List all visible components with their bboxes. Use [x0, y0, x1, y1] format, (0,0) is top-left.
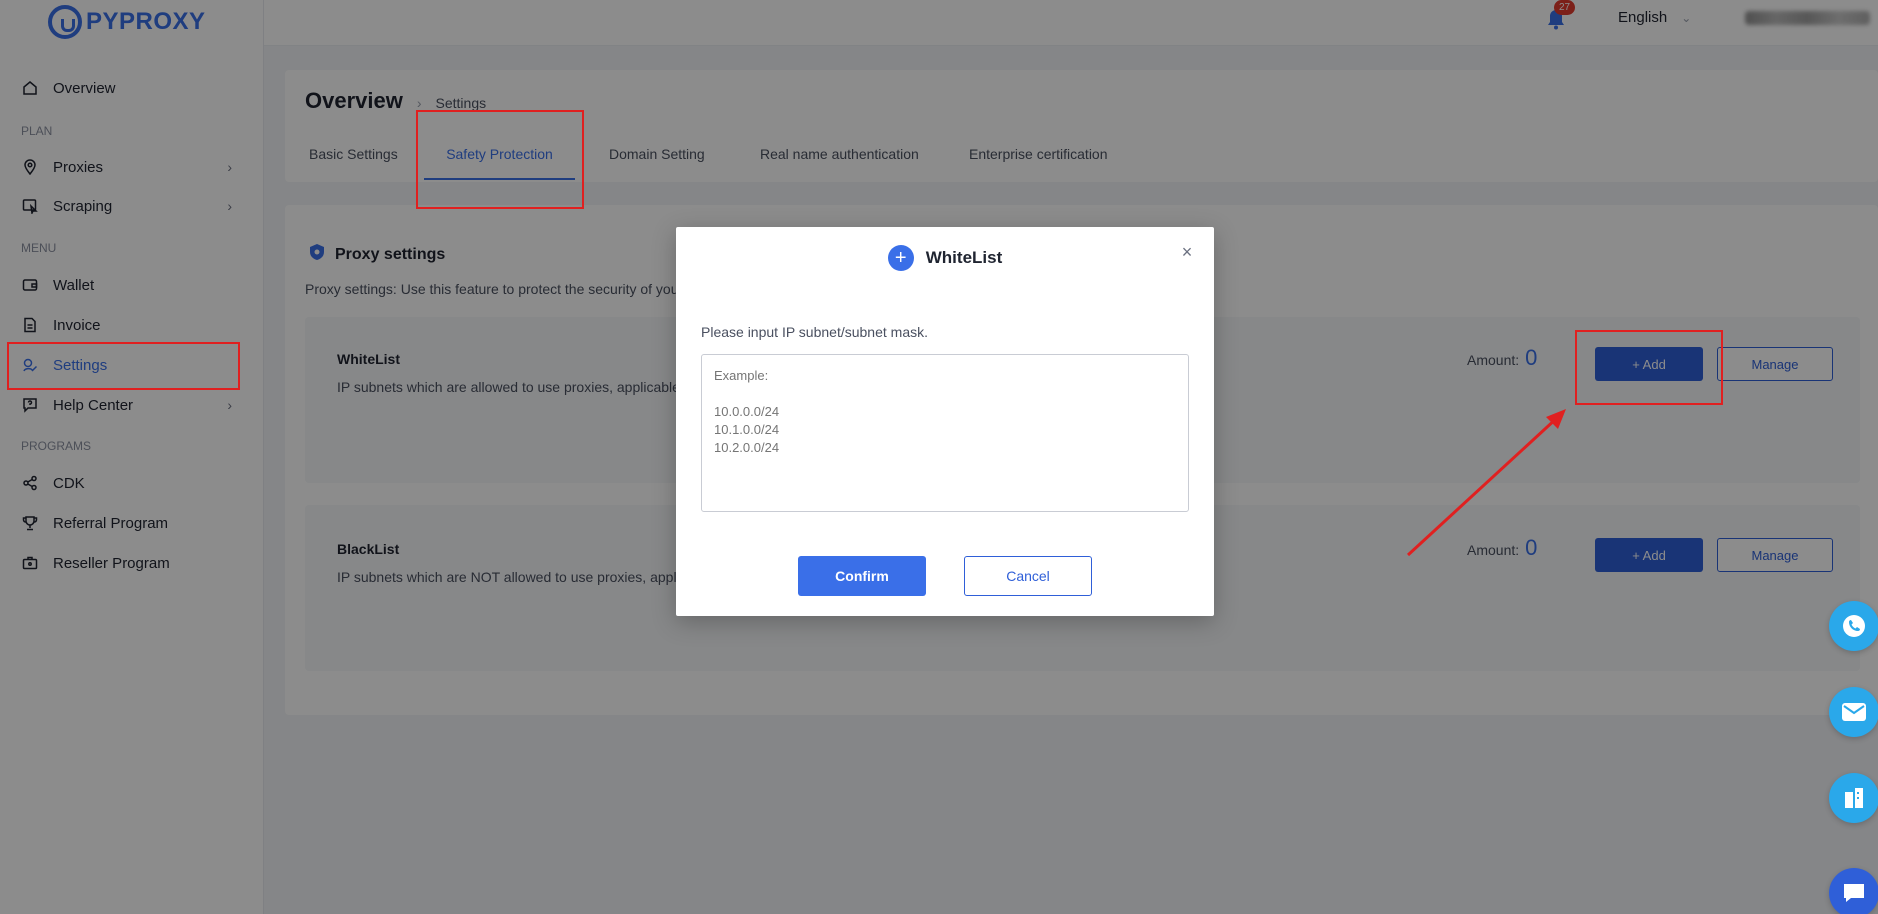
cancel-button[interactable]: Cancel: [964, 556, 1092, 596]
subnet-input[interactable]: [701, 354, 1189, 512]
chat-icon[interactable]: [1829, 868, 1878, 914]
whatsapp-icon[interactable]: [1829, 601, 1878, 651]
annotation-highlight-add: [1575, 330, 1723, 405]
annotation-highlight-settings: [7, 342, 240, 390]
modal-header: + WhiteList: [676, 245, 1214, 271]
plus-circle-icon: +: [887, 245, 914, 271]
subnet-input-label: Please input IP subnet/subnet mask.: [701, 324, 928, 340]
annotation-highlight-tab: [416, 110, 584, 209]
modal-title: WhiteList: [925, 248, 1003, 267]
close-icon[interactable]: ×: [1178, 243, 1196, 261]
whitelist-modal: + WhiteList × Please input IP subnet/sub…: [676, 227, 1214, 616]
confirm-button[interactable]: Confirm: [798, 556, 926, 596]
email-icon[interactable]: [1829, 687, 1878, 737]
annotation-arrow-icon: [1406, 409, 1566, 557]
building-icon[interactable]: [1829, 773, 1878, 823]
